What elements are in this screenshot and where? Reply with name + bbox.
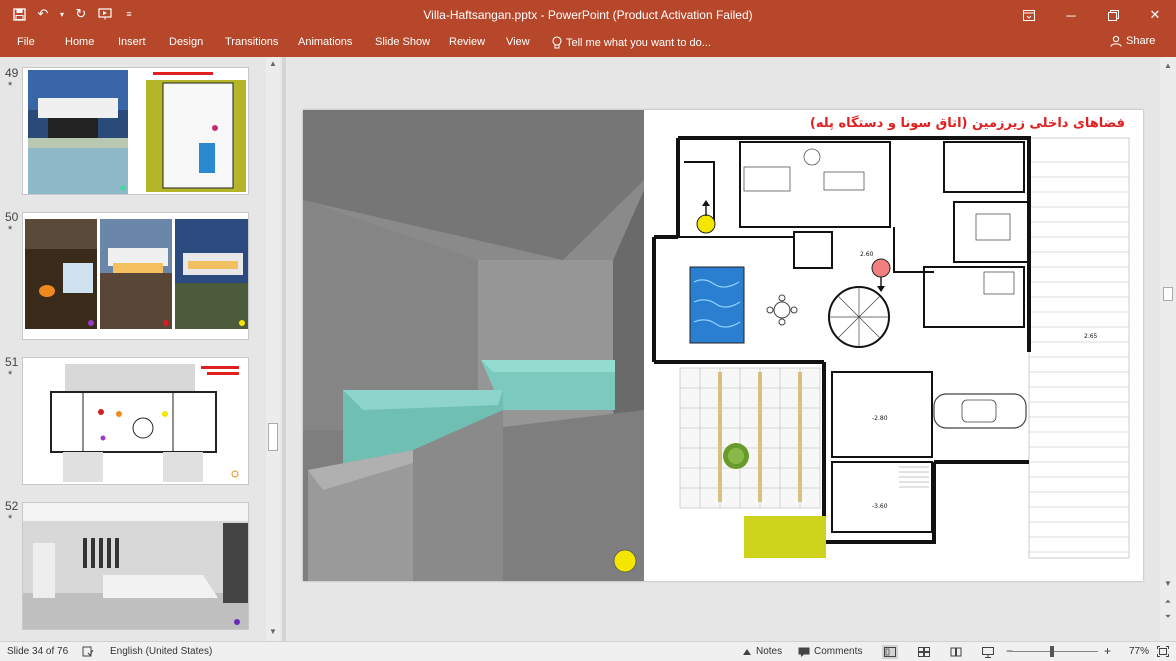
status-bar: Slide 34 of 76 English (United States) N… — [0, 641, 1176, 661]
slide-thumbnail-pane: 49 * 50 * 51 * 52 * ▲ ▼ — [0, 57, 282, 641]
tab-design[interactable]: Design — [169, 34, 203, 50]
slide-editing-area: فضاهای داخلی زیرزمین (اتاق سونا و دستگاه… — [286, 57, 1160, 641]
thumb-number: 52 — [5, 499, 19, 513]
scroll-thumb[interactable] — [1163, 287, 1173, 301]
tell-me-text: Tell me what you want to do... — [566, 36, 711, 49]
slide-counter[interactable]: Slide 34 of 76 — [7, 646, 68, 657]
scroll-thumb[interactable] — [268, 423, 278, 451]
tab-review[interactable]: Review — [449, 34, 485, 50]
previous-slide-icon[interactable]: ⏶ — [1163, 597, 1173, 607]
comments-icon — [798, 647, 810, 657]
slide-show-view-icon[interactable] — [980, 645, 996, 659]
ribbon-display-options-icon[interactable] — [1008, 0, 1050, 30]
spellcheck-icon[interactable] — [82, 646, 94, 657]
plan-label: 2.60 — [860, 251, 874, 258]
thumb-number: 51 — [5, 355, 19, 369]
tab-home[interactable]: Home — [65, 34, 94, 50]
tab-file[interactable]: File — [17, 34, 35, 50]
scroll-up-icon[interactable]: ▲ — [1163, 61, 1173, 71]
slide-sorter-view-icon[interactable] — [916, 645, 932, 659]
notes-icon — [743, 649, 751, 655]
scroll-down-icon[interactable]: ▼ — [268, 627, 278, 637]
thumbnail-50-image — [25, 219, 248, 329]
tell-me-box[interactable]: Tell me what you want to do... — [552, 36, 711, 49]
normal-view-icon[interactable] — [882, 645, 898, 659]
current-slide[interactable]: فضاهای داخلی زیرزمین (اتاق سونا و دستگاه… — [303, 110, 1143, 581]
lightbulb-icon — [552, 36, 562, 49]
thumbnail-scrollbar[interactable]: ▲ ▼ — [266, 57, 280, 641]
tab-animations[interactable]: Animations — [298, 34, 352, 50]
person-icon — [1110, 35, 1122, 47]
slide-thumbnail-50[interactable] — [22, 212, 249, 340]
window-controls: ─ ✕ — [1008, 0, 1176, 30]
notes-button[interactable]: Notes — [742, 646, 782, 657]
zoom-in-icon[interactable]: + — [1104, 644, 1111, 658]
slide-thumbnail-52[interactable] — [22, 502, 249, 630]
tab-slide-show[interactable]: Slide Show — [375, 34, 430, 50]
minimize-icon[interactable]: ─ — [1050, 0, 1092, 30]
share-button[interactable]: Share — [1110, 35, 1155, 47]
next-slide-icon[interactable]: ⏷ — [1163, 612, 1173, 622]
scroll-down-icon[interactable]: ▼ — [1163, 579, 1173, 589]
plan-label: 2.65 — [1084, 333, 1098, 340]
reading-view-icon[interactable] — [948, 645, 964, 659]
editor-scrollbar[interactable]: ▲ ▼ ⏶ ⏷ — [1160, 57, 1176, 641]
thumb-animation-star: * — [8, 224, 13, 236]
basement-floor-plan[interactable]: 2.60 2.65 -2.80 -3.60 — [644, 132, 1143, 581]
title-bar: ↶ ▾ ↻ ≡ Villa-Haftsangan.pptx - PowerPoi… — [0, 0, 1176, 30]
plan-label: -3.60 — [872, 503, 888, 510]
slide-thumbnail-49[interactable] — [22, 67, 249, 195]
sauna-photo[interactable] — [303, 110, 644, 581]
close-icon[interactable]: ✕ — [1134, 0, 1176, 30]
thumb-animation-star: * — [8, 369, 13, 381]
thumb-animation-star: * — [8, 513, 13, 525]
ribbon-tabs: File Home Insert Design Transitions Anim… — [0, 30, 1176, 57]
plan-label: -2.80 — [872, 415, 888, 422]
comments-label: Comments — [814, 646, 863, 657]
notes-label: Notes — [756, 646, 783, 657]
fit-to-window-icon[interactable] — [1157, 646, 1169, 657]
thumbnail-52-image — [23, 503, 248, 629]
zoom-slider[interactable] — [1012, 651, 1098, 652]
language-indicator[interactable]: English (United States) — [110, 646, 212, 657]
thumb-number: 50 — [5, 210, 19, 224]
share-label: Share — [1126, 35, 1156, 47]
zoom-slider-knob[interactable] — [1050, 646, 1054, 657]
slide-title[interactable]: فضاهای داخلی زیرزمین (اتاق سونا و دستگاه… — [810, 116, 1125, 131]
comments-button[interactable]: Comments — [798, 646, 862, 657]
tab-transitions[interactable]: Transitions — [225, 34, 278, 50]
thumbnail-49-image — [28, 70, 248, 194]
tab-view[interactable]: View — [506, 34, 530, 50]
tab-insert[interactable]: Insert — [118, 34, 146, 50]
thumbnail-51-image — [23, 358, 248, 484]
slide-thumbnail-51[interactable] — [22, 357, 249, 485]
thumb-number: 49 — [5, 66, 19, 80]
window-title: Villa-Haftsangan.pptx - PowerPoint (Prod… — [423, 8, 753, 22]
powerpoint-window: ↶ ▾ ↻ ≡ Villa-Haftsangan.pptx - PowerPoi… — [0, 0, 1176, 661]
restore-icon[interactable] — [1092, 0, 1134, 30]
scroll-up-icon[interactable]: ▲ — [268, 59, 278, 69]
zoom-level[interactable]: 77% — [1129, 646, 1149, 657]
thumb-animation-star: * — [8, 80, 13, 92]
